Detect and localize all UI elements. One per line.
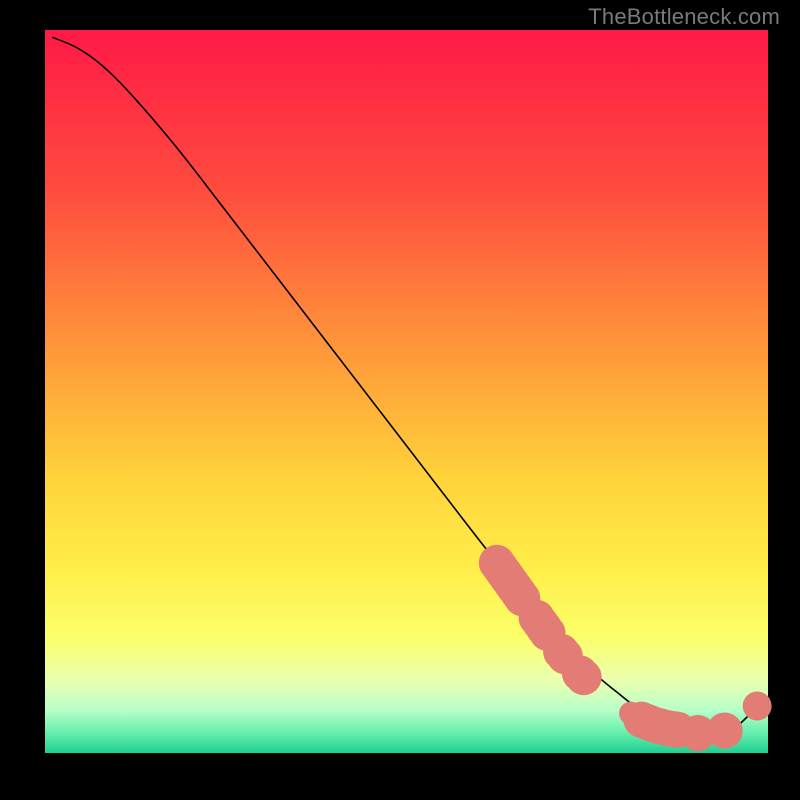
- marker-point: [707, 713, 743, 749]
- marker-point: [743, 692, 772, 721]
- marker-point: [566, 659, 602, 695]
- chart-svg: [0, 0, 800, 800]
- chart-root: TheBottleneck.com: [0, 0, 800, 800]
- plot-background: [45, 30, 768, 753]
- watermark-text: TheBottleneck.com: [588, 4, 780, 30]
